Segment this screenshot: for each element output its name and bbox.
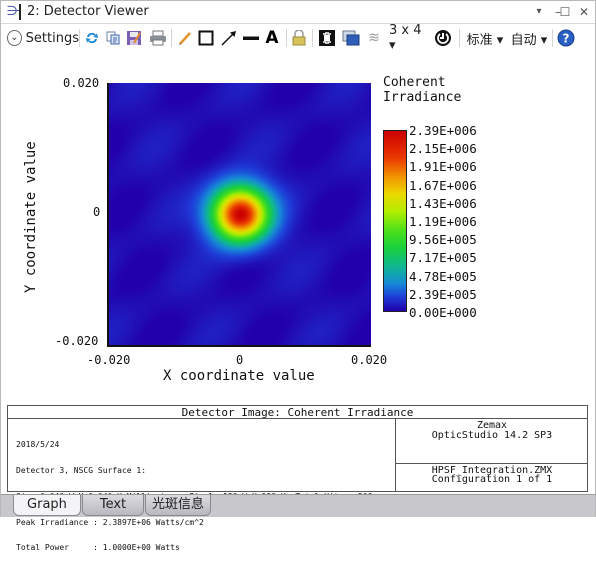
- y-tick-label: -0.020: [55, 334, 99, 348]
- text-icon: A: [265, 28, 279, 48]
- help-icon: ?: [557, 29, 575, 47]
- separator: [459, 29, 460, 47]
- chevron-down-icon: ⌄: [7, 30, 22, 46]
- colorbar-tick-label: 1.19E+006: [409, 214, 477, 229]
- clock-button[interactable]: [433, 27, 453, 49]
- colorbar-tick-label: 0.00E+000: [409, 305, 477, 320]
- arrow-button[interactable]: [219, 27, 239, 49]
- info-peak: Peak Irradiance : 2.3897E+06 Watts/cm^2: [16, 517, 204, 527]
- line-button[interactable]: [241, 27, 261, 49]
- window-button[interactable]: [341, 27, 361, 49]
- window-title: 2: Detector Viewer: [27, 4, 149, 19]
- info-detector: Detector 3, NSCG Surface 1:: [16, 465, 147, 475]
- irradiance-heatmap[interactable]: [109, 83, 371, 345]
- y-axis-title: Y coordinate value: [23, 141, 39, 293]
- colorbar: [383, 130, 407, 312]
- layers-icon: ≋: [368, 30, 380, 46]
- colorbar-title: Coherent Irradiance: [383, 75, 461, 105]
- separator: [79, 29, 80, 47]
- info-file: HPSF_Integration.ZMX Configuration 1 of …: [395, 464, 588, 492]
- save-icon: [127, 31, 141, 45]
- refresh-button[interactable]: [83, 27, 101, 49]
- colorbar-tick-label: 7.17E+005: [409, 250, 477, 266]
- tab-graph[interactable]: Graph: [13, 495, 81, 516]
- toolbar: ⌄ Settings A ≋ 3 x 4 ▾ 标准 ▾ 自动 ▾ ?: [1, 23, 595, 53]
- colorbar-tick-label: 1.91E+006: [409, 159, 477, 175]
- pencil-button[interactable]: [176, 27, 194, 49]
- window-icon: [342, 30, 360, 46]
- settings-button[interactable]: ⌄ Settings: [7, 27, 79, 49]
- colorbar-title-line: Coherent: [383, 75, 446, 90]
- layout-dropdown[interactable]: 3 x 4 ▾: [389, 23, 431, 53]
- copy-icon: [106, 31, 120, 45]
- fit-button[interactable]: [317, 27, 337, 49]
- svg-text:?: ?: [563, 32, 570, 46]
- text-button[interactable]: A: [263, 27, 281, 49]
- x-axis-title: X coordinate value: [163, 368, 315, 384]
- separator: [286, 29, 287, 47]
- rectangle-icon: [198, 30, 214, 46]
- x-tick-label: 0: [236, 353, 244, 367]
- info-version: OpticStudio 14.2 SP3: [431, 430, 553, 441]
- info-date: 2018/5/24: [16, 440, 60, 450]
- info-header: Detector Image: Coherent Irradiance: [8, 406, 587, 419]
- y-tick-label: 0.020: [63, 76, 100, 90]
- colorbar-tick-label: 1.43E+006: [409, 195, 477, 211]
- pencil-icon: [179, 32, 191, 45]
- colorbar-tick-label: 2.39E+005: [409, 286, 477, 302]
- plot-area: 0.020 0 -0.020 -0.020 0 0.020 X coordina…: [1, 53, 595, 401]
- y-tick-label: 0: [93, 205, 101, 219]
- auto-dropdown[interactable]: 自动 ▾: [509, 27, 549, 49]
- info-configuration: Configuration 1 of 1: [431, 474, 553, 485]
- info-software: Zemax OpticStudio 14.2 SP3: [395, 419, 588, 464]
- clock-icon: [435, 30, 451, 46]
- refresh-icon: [86, 32, 98, 44]
- title-bar: ⋺ 2: Detector Viewer ▾ – ☐ ✕: [1, 1, 595, 24]
- settings-label: Settings: [25, 30, 79, 46]
- info-power: Total Power : 1.0000E+00 Watts: [16, 543, 180, 553]
- lock-button[interactable]: [291, 27, 307, 49]
- close-button[interactable]: ✕: [576, 4, 592, 20]
- tab-text[interactable]: Text: [82, 495, 144, 516]
- separator: [312, 29, 313, 47]
- colorbar-tick-label: 9.56E+005: [409, 232, 477, 248]
- rectangle-button[interactable]: [197, 27, 215, 49]
- window-menu-button[interactable]: ▾: [531, 4, 547, 20]
- help-button[interactable]: ?: [556, 27, 576, 49]
- colorbar-tick-label: 1.67E+006: [409, 177, 477, 193]
- print-button[interactable]: [148, 27, 168, 49]
- tab-bar: Graph Text 光斑信息: [1, 494, 595, 517]
- copy-button[interactable]: [104, 27, 122, 49]
- line-icon: [243, 36, 259, 40]
- standard-dropdown[interactable]: 标准 ▾: [465, 27, 505, 49]
- pin-icon[interactable]: ⋺: [7, 4, 21, 20]
- x-tick-label: -0.020: [87, 353, 131, 367]
- colorbar-title-line: Irradiance: [383, 90, 462, 105]
- info-panel: Detector Image: Coherent Irradiance 2018…: [7, 405, 588, 552]
- arrow-icon: [221, 31, 236, 46]
- colorbar-tick-label: 2.15E+006: [409, 141, 477, 157]
- detector-viewer-window: ⋺ 2: Detector Viewer ▾ – ☐ ✕ ⌄ Settings: [0, 0, 596, 552]
- layers-button[interactable]: ≋: [365, 27, 383, 49]
- lock-icon: [292, 30, 306, 46]
- colorbar-tick-label: 2.39E+006: [409, 123, 477, 138]
- separator: [552, 29, 553, 47]
- tab-spot-info[interactable]: 光斑信息: [145, 495, 211, 516]
- x-tick-label: 0.020: [351, 353, 388, 367]
- maximize-button[interactable]: ☐: [557, 4, 573, 20]
- print-icon: [150, 30, 166, 46]
- separator: [171, 29, 172, 47]
- fit-icon: [319, 30, 335, 46]
- save-button[interactable]: [125, 27, 143, 49]
- colorbar-tick-label: 4.78E+005: [409, 268, 477, 284]
